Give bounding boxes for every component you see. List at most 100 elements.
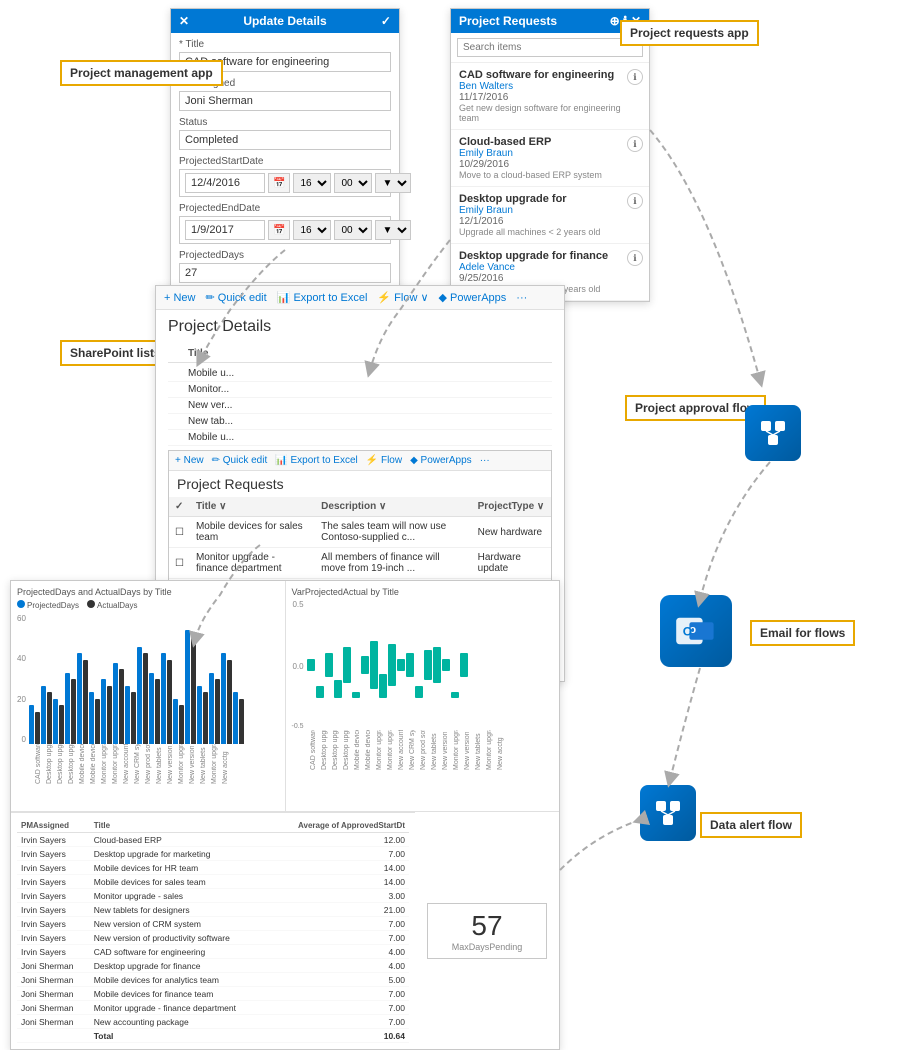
var-bar — [397, 659, 405, 671]
bar-actual — [167, 660, 172, 745]
rt-title: New accounting package — [90, 1015, 271, 1029]
bar-projected — [137, 647, 142, 745]
sp-inner-excel[interactable]: 📊 Export to Excel — [275, 455, 357, 466]
ud-enddate-input[interactable] — [185, 220, 265, 240]
sp-outer-item: Mobile u... — [168, 430, 552, 446]
list-item: Irvin SayersDesktop upgrade for marketin… — [17, 847, 409, 861]
sp-inner-edit[interactable]: ✏ Quick edit — [212, 455, 268, 466]
ud-pm-input[interactable] — [179, 91, 391, 111]
list-item: Irvin SayersMobile devices for HR team14… — [17, 861, 409, 875]
ud-enddate-min[interactable]: 00 — [334, 220, 372, 240]
ud-check-icon[interactable]: ✓ — [381, 14, 391, 28]
bar-projected — [53, 699, 58, 745]
bar-actual — [71, 679, 76, 744]
ud-status-label: Status — [179, 117, 391, 128]
ud-status-input[interactable] — [179, 130, 391, 150]
ud-startdate-ampm[interactable]: ▼ — [375, 173, 411, 193]
rt-pm: Joni Sherman — [17, 1015, 90, 1029]
sp-flow-btn[interactable]: ⚡ Flow ∨ — [377, 291, 428, 304]
rt-title: New tablets for designers — [90, 903, 271, 917]
x-label-right: Mobile devices sales — [365, 730, 376, 770]
pr-item-date: 9/25/2016 — [459, 273, 641, 284]
svg-text:O: O — [683, 624, 692, 638]
bar-group — [89, 692, 100, 744]
pr-item-info[interactable]: ℹ — [627, 136, 643, 152]
bar-actual — [215, 679, 220, 744]
pr-item-info[interactable]: ℹ — [627, 250, 643, 266]
chart-legend: ProjectedDays ActualDays — [17, 600, 279, 610]
sp-outer-item: Mobile u... — [168, 366, 552, 382]
data-alert-flow-label: Data alert flow — [700, 812, 802, 838]
bar-actual — [95, 699, 100, 745]
x-label-right: Monitor upgrade - fin — [453, 730, 464, 770]
x-label: New version CRM — [167, 744, 178, 784]
sp-excel-btn[interactable]: 📊 Export to Excel — [277, 291, 368, 304]
rt-avg: 14.00 — [271, 875, 409, 889]
sp-powerapps-btn[interactable]: ◆ PowerApps — [439, 291, 507, 304]
rt-title: Desktop upgrade for marketing — [90, 847, 271, 861]
pr-item-person: Emily Braun — [459, 205, 641, 216]
sp-new-btn[interactable]: + New — [164, 292, 196, 304]
bar-group — [77, 653, 88, 744]
sp-row-check[interactable]: ☐ — [169, 548, 190, 579]
pr-item: Desktop upgrade for Emily Braun 12/1/201… — [451, 187, 649, 244]
sp-row-check[interactable]: ☐ — [169, 517, 190, 548]
sp-more-btn[interactable]: ··· — [516, 292, 527, 304]
rt-title: Total — [90, 1029, 271, 1043]
pr-search-icon[interactable]: ⊕ — [610, 14, 620, 28]
sp-col-title: Title ∨ — [190, 497, 315, 517]
x-label-right: Monitor upgrade — [486, 730, 497, 770]
ud-startdate-hour[interactable]: 16 — [293, 173, 331, 193]
x-label: New prod software — [145, 744, 156, 784]
sp-inner-apps[interactable]: ◆ PowerApps — [410, 455, 472, 466]
bar-actual — [239, 699, 244, 745]
list-item: Joni ShermanNew accounting package7.00 — [17, 1015, 409, 1029]
right-chart-title: VarProjectedActual by Title — [292, 587, 554, 597]
x-label: New tablets — [156, 744, 167, 784]
bar-actual — [179, 705, 184, 744]
sp-inner-flow[interactable]: ⚡ Flow — [366, 455, 402, 466]
sp-inner-new[interactable]: + New — [175, 455, 204, 466]
rt-title: Cloud-based ERP — [90, 833, 271, 847]
rt-pm: Irvin Sayers — [17, 875, 90, 889]
sp-quick-edit-btn[interactable]: ✏ Quick edit — [206, 291, 267, 304]
x-label: Mobile devices sales — [90, 744, 101, 784]
rt-title: Monitor upgrade - sales — [90, 889, 271, 903]
rt-pm: Irvin Sayers — [17, 903, 90, 917]
ud-startdate-label: ProjectedStartDate — [179, 156, 391, 167]
x-label: Desktop upgrade fin — [68, 744, 79, 784]
bar-group — [53, 699, 64, 745]
rt-title: Mobile devices for analytics team — [90, 973, 271, 987]
rt-pm — [17, 1029, 90, 1043]
rt-avg: 12.00 — [271, 833, 409, 847]
ud-startdate-cal[interactable]: 📅 — [268, 173, 290, 193]
data-alert-flow-icon[interactable] — [640, 785, 696, 841]
ud-projdays-input[interactable] — [179, 263, 391, 283]
sp-row-type: New hardware — [472, 517, 551, 548]
pr-item: Cloud-based ERP Emily Braun 10/29/2016 M… — [451, 130, 649, 187]
rt-avg: 3.00 — [271, 889, 409, 903]
rt-avg: 7.00 — [271, 987, 409, 1001]
list-item: Irvin SayersNew tablets for designers21.… — [17, 903, 409, 917]
rt-avg: 7.00 — [271, 917, 409, 931]
pr-item-info[interactable]: ℹ — [627, 193, 643, 209]
sp-inner-more[interactable]: ··· — [480, 455, 490, 466]
pr-item-info[interactable]: ℹ — [627, 69, 643, 85]
project-approval-flow-icon[interactable] — [745, 405, 801, 461]
ud-startdate-min[interactable]: 00 — [334, 173, 372, 193]
bar-actual — [143, 653, 148, 744]
ud-enddate-ampm[interactable]: ▼ — [375, 220, 411, 240]
bar-chart-left — [29, 614, 279, 744]
ud-enddate-hour[interactable]: 16 — [293, 220, 331, 240]
ud-enddate-cal[interactable]: 📅 — [268, 220, 290, 240]
x-labels-left: CAD software for engDesktop upgrade appD… — [35, 744, 279, 784]
sp-outer-item: Monitor... — [168, 382, 552, 398]
pr-item-title: Desktop upgrade for finance — [459, 250, 641, 262]
x-label-right: New tablets — [431, 730, 442, 770]
pr-search-input[interactable] — [457, 38, 643, 57]
ud-close-icon[interactable]: ✕ — [179, 14, 189, 28]
chart-right: VarProjectedActual by Title 0.5 0.0 -0.5… — [286, 581, 560, 811]
x-label: New version CRM — [189, 744, 200, 784]
outlook-icon[interactable]: o O — [660, 595, 732, 667]
ud-startdate-input[interactable] — [185, 173, 265, 193]
